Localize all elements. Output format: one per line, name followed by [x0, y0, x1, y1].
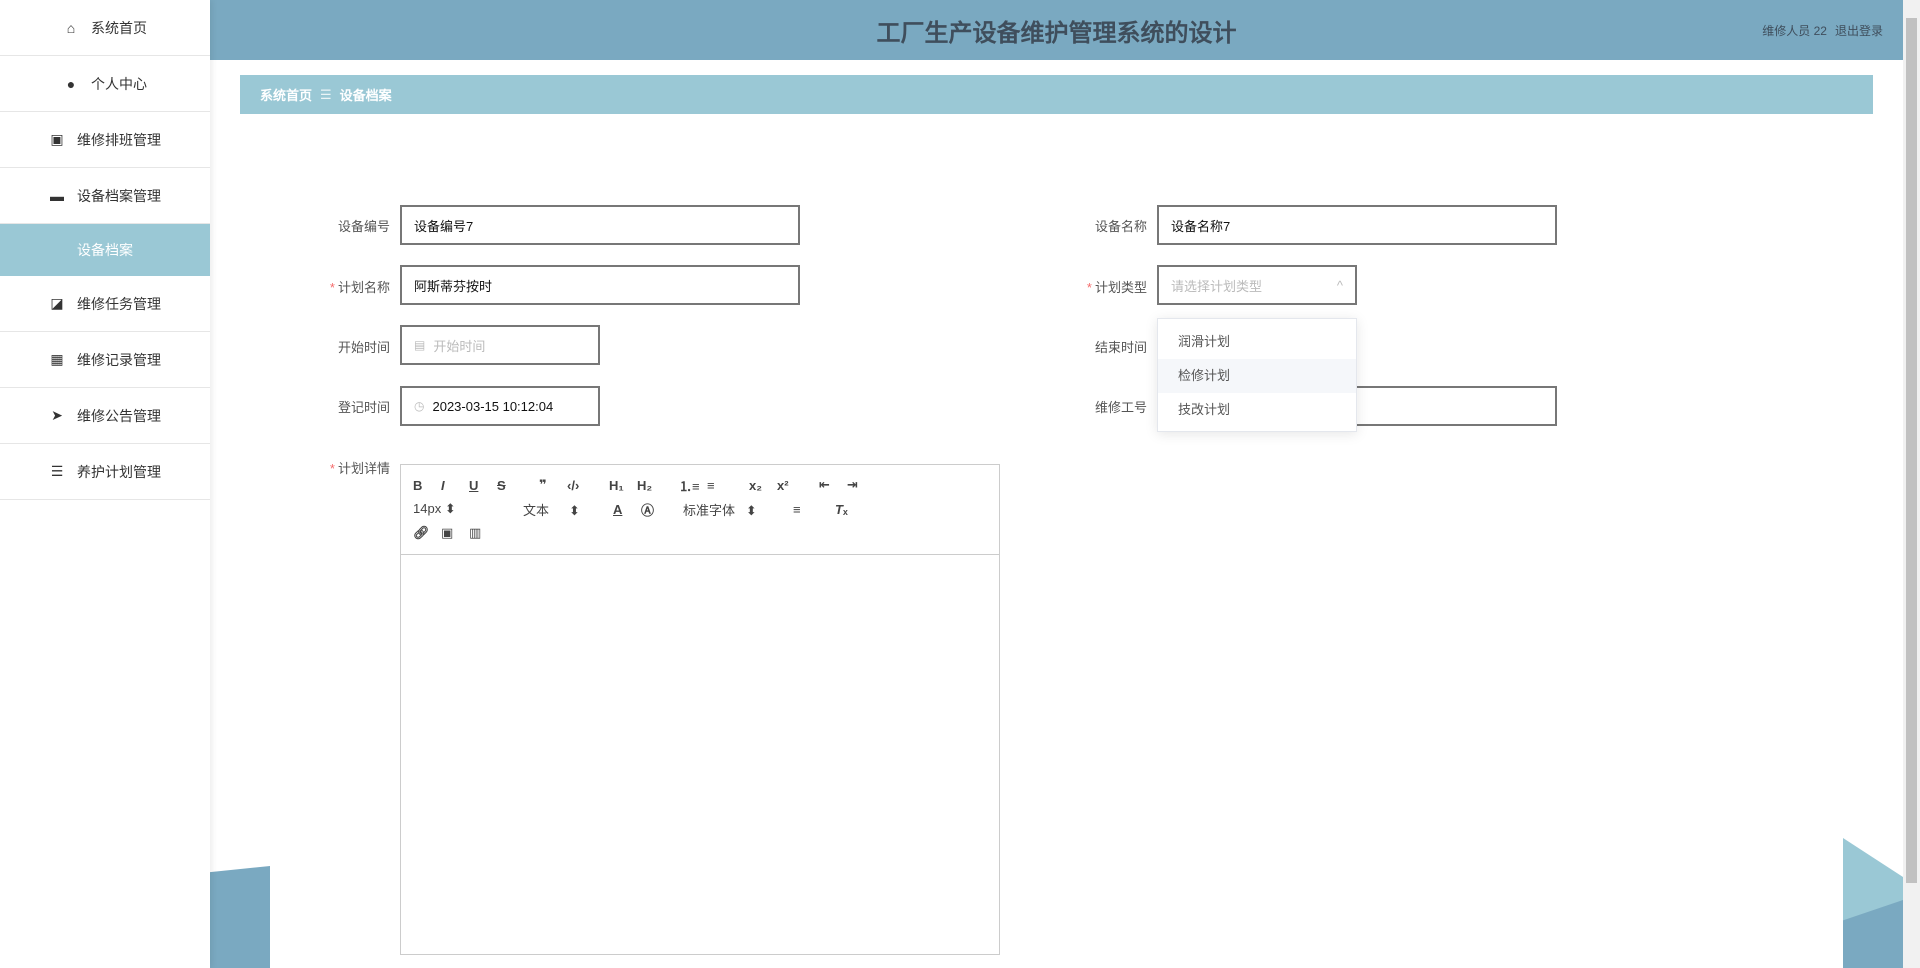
header-select[interactable]: 文本 ⬍ — [503, 500, 613, 519]
clock-icon: ◷ — [414, 399, 425, 413]
blockquote-button[interactable]: ❞ — [539, 477, 567, 493]
h2-button[interactable]: H₂ — [637, 478, 665, 493]
page-title: 工厂生产设备维护管理系统的设计 — [876, 19, 1237, 47]
breadcrumb-home[interactable]: 系统首页 — [260, 85, 312, 104]
underline-button[interactable]: U — [469, 478, 497, 493]
sidebar-item-device-archive-mgmt[interactable]: ▬ 设备档案管理 — [0, 168, 210, 224]
bullet-list-button[interactable]: ≡ — [707, 478, 735, 493]
option-renovation-plan[interactable]: 技改计划 — [1158, 393, 1356, 427]
align-button[interactable]: ≡ — [793, 502, 821, 517]
sidebar-subitem-device-archive[interactable]: 设备档案 — [0, 224, 210, 276]
editor-content[interactable] — [401, 555, 999, 953]
device-name-label: 设备名称 — [1094, 219, 1147, 234]
sidebar-item-schedule[interactable]: ▣ 维修排班管理 — [0, 112, 210, 168]
briefcase-icon: ▬ — [50, 187, 64, 204]
rich-text-editor: BIUS ❞ ‹/› H₁ H₂ ⒈≡ ≡ x₂ x² ⇤ ⇥ 14px ⬍ 文本 ⬍ A… — [400, 464, 1000, 955]
calendar-icon: ▤ — [414, 338, 426, 352]
breadcrumb-separator: ☰ — [320, 86, 332, 102]
link-icon[interactable]: 🔗︎ — [413, 525, 441, 541]
background-color-button[interactable]: Ⓐ — [641, 500, 669, 519]
sidebar: ⌂ 系统首页 ● 个人中心 ▣ 维修排班管理 ▬ 设备档案管理 设备档案 ◪ 维修任务管理… — [0, 0, 210, 968]
send-icon: ➤ — [51, 407, 63, 423]
chart-icon: ◪ — [50, 295, 64, 311]
grid-icon: ▦ — [50, 351, 64, 367]
image-icon[interactable]: ▣ — [441, 525, 469, 541]
subscript-button[interactable]: x₂ — [749, 478, 777, 493]
device-name-input[interactable]: 设备名称7 — [1157, 205, 1557, 245]
reg-time-label: 登记时间 — [337, 400, 390, 415]
plan-name-input[interactable]: 阿斯蒂芬按时 — [400, 265, 800, 305]
sidebar-item-record[interactable]: ▦ 维修记录管理 — [0, 332, 210, 388]
plan-type-dropdown: 润滑计划 检修计划 技改计划 — [1157, 318, 1357, 432]
user-icon: ● — [66, 75, 76, 92]
font-color-button[interactable]: A — [613, 502, 641, 517]
h1-button[interactable]: H₁ — [609, 478, 637, 493]
editor-toolbar: BIUS ❞ ‹/› H₁ H₂ ⒈≡ ≡ x₂ x² ⇤ ⇥ 14px ⬍ 文本 ⬍ A… — [401, 465, 999, 555]
clipboard-icon: ▣ — [50, 131, 64, 147]
decorative-shape — [210, 866, 270, 968]
font-size-select[interactable]: 14px ⬍ — [413, 501, 503, 517]
end-time-label: 结束时间 — [1094, 340, 1147, 355]
plan-type-select[interactable]: 请选择计划类型 ^ — [1157, 265, 1357, 305]
breadcrumb: 系统首页 ☰ 设备档案 — [240, 75, 1873, 114]
plan-detail-label: * 计划详情 — [329, 461, 390, 476]
sidebar-item-task[interactable]: ◪ 维修任务管理 — [0, 276, 210, 332]
option-lubrication-plan[interactable]: 润滑计划 — [1158, 325, 1356, 359]
font-family-select[interactable]: 标准字体 ⬍ — [683, 500, 793, 519]
scrollbar-thumb[interactable] — [1906, 18, 1917, 883]
start-time-picker[interactable]: ▤ 开始时间 — [400, 325, 600, 365]
plan-type-label: * 计划类型 — [1086, 280, 1147, 295]
superscript-button[interactable]: x² — [777, 478, 805, 493]
device-no-label: 设备编号 — [337, 219, 390, 234]
home-icon: ⌂ — [66, 19, 76, 36]
user-name: 维修人员 22 — [1762, 24, 1827, 38]
option-overhaul-plan[interactable]: 检修计划 — [1158, 359, 1356, 393]
ordered-list-button[interactable]: ⒈≡ — [679, 476, 707, 495]
breadcrumb-current: 设备档案 — [339, 88, 392, 103]
italic-button[interactable]: I — [441, 478, 469, 493]
device-no-input[interactable]: 设备编号7 — [400, 205, 800, 245]
logout-link[interactable]: 退出登录 — [1835, 24, 1883, 38]
indent-button[interactable]: ⇥ — [847, 477, 875, 493]
clear-format-button[interactable]: Tₓ — [835, 502, 863, 517]
sidebar-item-maintenance-plan[interactable]: ☰ 养护计划管理 — [0, 444, 210, 500]
sidebar-item-notice[interactable]: ➤ 维修公告管理 — [0, 388, 210, 444]
reg-time-picker[interactable]: ◷ 2023-03-15 10:12:04 — [400, 386, 600, 426]
worker-no-label: 维修工号 — [1094, 400, 1147, 415]
outdent-button[interactable]: ⇤ — [819, 477, 847, 493]
start-time-label: 开始时间 — [337, 340, 390, 355]
plan-name-label: * 计划名称 — [329, 280, 390, 295]
video-icon[interactable]: ▥ — [469, 525, 497, 541]
header: 工厂生产设备维护管理系统的设计 维修人员 22 退出登录 — [210, 0, 1903, 60]
sidebar-item-profile[interactable]: ● 个人中心 — [0, 56, 210, 112]
strike-button[interactable]: S — [497, 478, 525, 493]
sidebar-item-home[interactable]: ⌂ 系统首页 — [0, 0, 210, 56]
chevron-up-icon: ^ — [1336, 277, 1343, 293]
list-icon: ☰ — [50, 463, 64, 479]
bold-button[interactable]: B — [413, 478, 441, 493]
scrollbar[interactable] — [1903, 0, 1920, 968]
code-button[interactable]: ‹/› — [567, 478, 595, 493]
